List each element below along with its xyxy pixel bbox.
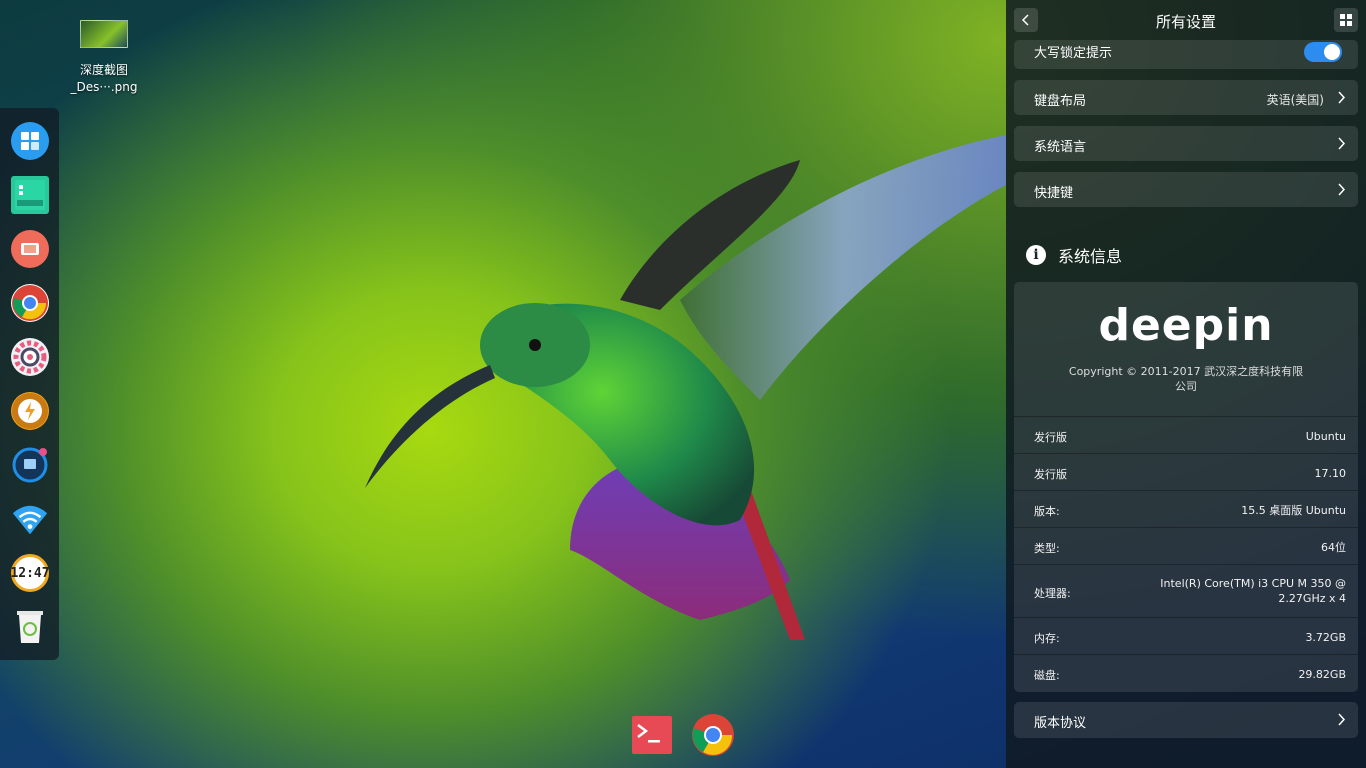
deepin-app-icon[interactable] xyxy=(11,446,49,484)
trash-icon[interactable] xyxy=(11,608,49,646)
distribution-version-row: 发行版 17.10 xyxy=(1014,453,1358,490)
terminal-icon[interactable] xyxy=(632,716,672,754)
info-value: Ubuntu xyxy=(1305,430,1346,443)
logo-area: deepin Copyright © 2011-2017 武汉深之度科技有限 公… xyxy=(1014,282,1358,416)
store-icon[interactable] xyxy=(11,392,49,430)
processor-value: Intel(R) Core(TM) i3 CPU M 350 @ 2.27GHz… xyxy=(1160,577,1346,605)
wifi-icon[interactable] xyxy=(11,500,49,538)
info-value: 15.5 桌面版 Ubuntu xyxy=(1241,504,1346,517)
chevron-right-icon xyxy=(1338,137,1346,150)
system-info-card: deepin Copyright © 2011-2017 武汉深之度科技有限 公… xyxy=(1014,282,1358,692)
settings-icon[interactable] xyxy=(11,338,49,376)
processor-row: 处理器: Intel(R) Core(TM) i3 CPU M 350 @ 2.… xyxy=(1014,564,1358,617)
system-language-label: 系统语言 xyxy=(1034,140,1087,155)
info-icon: i xyxy=(1026,245,1046,265)
chrome-icon[interactable] xyxy=(691,713,734,756)
info-key: 处理器: xyxy=(1034,587,1071,600)
edition-row: 版本: 15.5 桌面版 Ubuntu xyxy=(1014,490,1358,527)
license-row[interactable]: 版本协议 xyxy=(1014,702,1358,738)
hummingbird-illustration xyxy=(365,135,1006,640)
file-thumbnail xyxy=(80,20,128,48)
desktop-file-screenshot[interactable]: 深度截图 _Des···.png xyxy=(64,18,144,96)
control-center-title: 所有设置 xyxy=(1155,13,1216,31)
screen-recorder-icon[interactable] xyxy=(11,230,49,268)
chrome-icon[interactable] xyxy=(11,284,49,322)
control-center-header: 所有设置 xyxy=(1006,0,1366,42)
info-value: 29.82GB xyxy=(1298,668,1346,681)
keyboard-layout-label: 键盘布局 xyxy=(1034,94,1087,109)
shortcuts-row[interactable]: 快捷键 xyxy=(1014,172,1358,207)
capslock-prompt-row: 大写锁定提示 xyxy=(1014,40,1358,69)
chevron-right-icon xyxy=(1338,713,1346,726)
all-settings-button[interactable] xyxy=(1334,8,1358,32)
capslock-prompt-toggle[interactable] xyxy=(1304,42,1342,62)
launcher-icon[interactable] xyxy=(11,122,49,160)
copyright-text: Copyright © 2011-2017 武汉深之度科技有限 公司 xyxy=(1068,365,1304,393)
chevron-right-icon xyxy=(1338,91,1346,104)
shortcuts-label: 快捷键 xyxy=(1034,186,1074,201)
grid-icon xyxy=(1340,14,1352,26)
info-key: 类型: xyxy=(1034,542,1060,555)
info-key: 发行版 xyxy=(1034,468,1067,481)
info-value: 64位 xyxy=(1321,541,1346,554)
left-dock: 12:47 xyxy=(0,108,59,660)
info-key: 发行版 xyxy=(1034,431,1067,444)
system-info-heading: 系统信息 xyxy=(1058,247,1123,266)
info-key: 磁盘: xyxy=(1034,669,1060,682)
keyboard-layout-row[interactable]: 键盘布局 英语(美国) xyxy=(1014,80,1358,115)
info-key: 内存: xyxy=(1034,632,1060,645)
file-manager-icon[interactable] xyxy=(11,176,49,214)
deepin-logo: deepin xyxy=(1098,300,1274,351)
file-name-line2: _Des···.png xyxy=(70,80,138,94)
file-name-line1: 深度截图 xyxy=(79,63,128,77)
clock-time: 12:47 xyxy=(10,565,50,581)
capslock-prompt-label: 大写锁定提示 xyxy=(1034,46,1113,61)
license-label: 版本协议 xyxy=(1034,716,1087,731)
memory-row: 内存: 3.72GB xyxy=(1014,617,1358,654)
info-key: 版本: xyxy=(1034,505,1060,518)
info-value: 17.10 xyxy=(1314,467,1347,480)
control-center-panel: 所有设置 大写锁定提示 键盘布局 英语(美国) 系统语言 快捷键 i 系统信息 … xyxy=(1006,0,1366,768)
distribution-row: 发行版 Ubuntu xyxy=(1014,416,1358,453)
keyboard-layout-value: 英语(美国) xyxy=(1266,93,1324,107)
system-language-row[interactable]: 系统语言 xyxy=(1014,126,1358,161)
chevron-right-icon xyxy=(1338,183,1346,196)
info-value: 3.72GB xyxy=(1305,631,1346,644)
type-row: 类型: 64位 xyxy=(1014,527,1358,564)
system-info-section-title: i 系统信息 xyxy=(1026,243,1122,267)
disk-row: 磁盘: 29.82GB xyxy=(1014,654,1358,692)
clock-icon[interactable]: 12:47 xyxy=(10,554,50,592)
